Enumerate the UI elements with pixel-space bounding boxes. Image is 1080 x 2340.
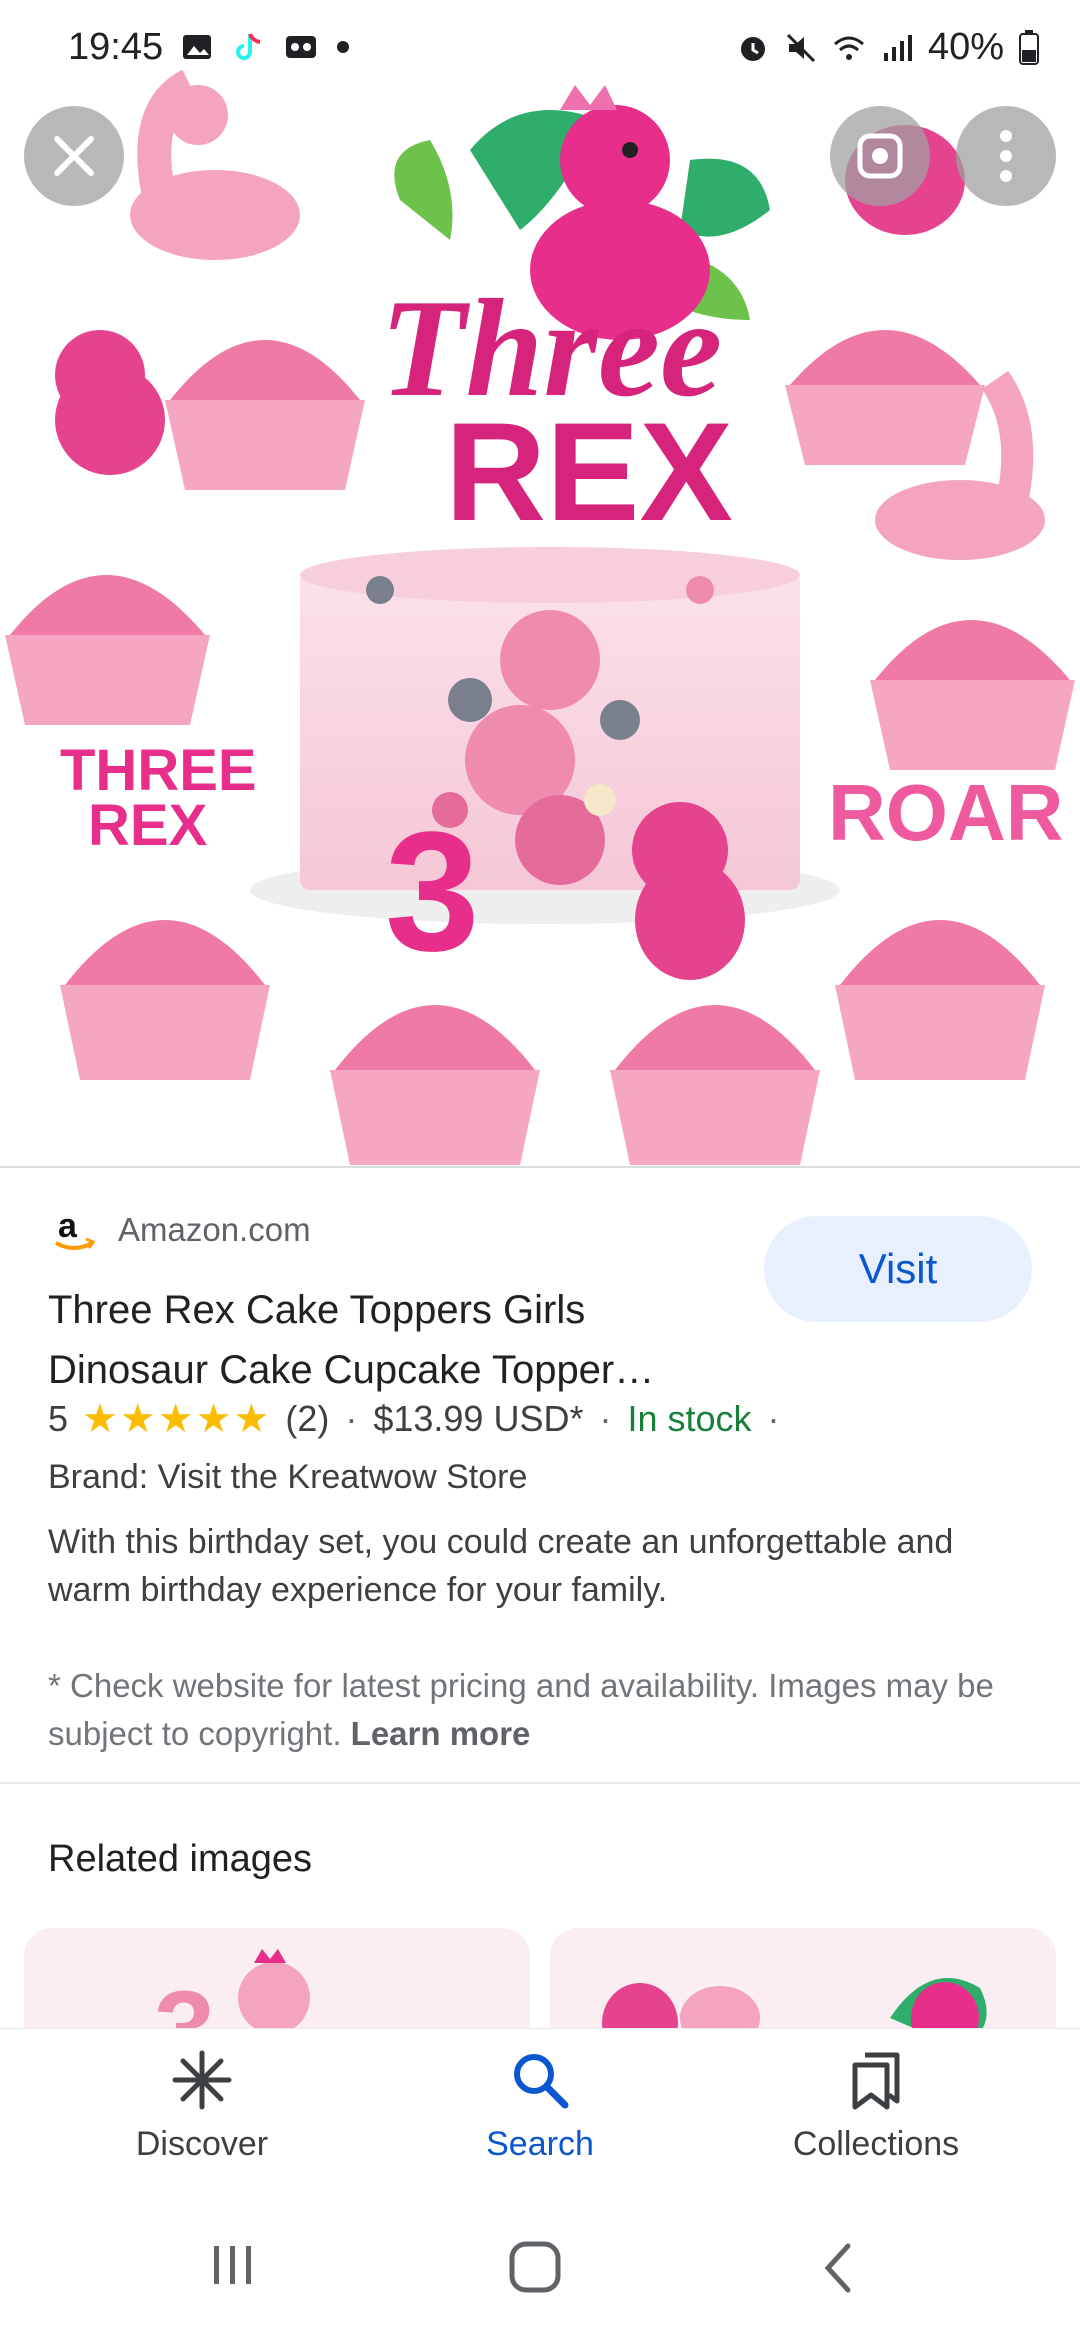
- nav-search-label: Search: [486, 2125, 594, 2163]
- cupcake: [165, 340, 365, 490]
- visit-button[interactable]: Visit: [764, 1216, 1032, 1322]
- rating-stars-icon: ★★★★★: [82, 1397, 272, 1441]
- amazon-logo-icon: a: [48, 1204, 100, 1256]
- close-button[interactable]: [24, 106, 124, 206]
- price: $13.99 USD*: [373, 1398, 584, 1439]
- result-meta-row: 5 ★★★★★ (2) · $13.99 USD* · In stock ·: [48, 1396, 796, 1442]
- brand-line: Brand: Visit the Kreatwow Store: [48, 1458, 528, 1496]
- separator-dot: ·: [767, 1398, 780, 1439]
- voicemail-icon: [286, 36, 316, 58]
- recent-apps-icon[interactable]: [208, 2240, 258, 2290]
- pricing-note: * Check website for latest pricing and a…: [48, 1662, 1038, 1758]
- section-divider: [0, 1782, 1080, 1784]
- result-description: With this birthday set, you could create…: [48, 1523, 954, 1609]
- battery-percent: 40%: [927, 26, 1004, 68]
- svg-text:a: a: [58, 1207, 78, 1245]
- bottom-navigation: Discover Search Collections: [0, 2028, 1080, 2199]
- rating-value: 5: [48, 1398, 69, 1439]
- source-row[interactable]: a Amazon.com: [48, 1204, 311, 1256]
- topper-title-line2: REX: [445, 393, 733, 550]
- more-options-button[interactable]: [956, 106, 1056, 206]
- nav-collections[interactable]: Collections: [726, 2049, 1026, 2164]
- nav-discover-label: Discover: [135, 2125, 269, 2163]
- status-time: 19:45: [68, 26, 164, 68]
- mute-icon: [786, 33, 815, 62]
- alarm-icon: [740, 36, 765, 61]
- tiktok-icon: [236, 33, 261, 60]
- bookmarks-icon: [852, 2052, 900, 2110]
- back-icon[interactable]: [818, 2240, 858, 2296]
- close-icon: [54, 136, 94, 176]
- source-name[interactable]: Amazon.com: [118, 1211, 311, 1249]
- lens-icon: [857, 133, 903, 179]
- small-topper-rex: REX: [88, 793, 208, 858]
- status-bar: 19:45 40%: [0, 0, 1080, 100]
- review-count: (2): [285, 1398, 330, 1439]
- lens-button[interactable]: [830, 106, 930, 206]
- availability: In stock: [627, 1398, 752, 1439]
- nav-search[interactable]: Search: [390, 2049, 690, 2164]
- separator-dot: ·: [599, 1398, 612, 1439]
- wifi-icon: [833, 36, 864, 60]
- signal-icon: [883, 34, 912, 61]
- battery-icon: [1019, 29, 1039, 65]
- more-vert-icon: [1000, 130, 1012, 182]
- dot-icon: [337, 41, 349, 53]
- image-divider: [0, 1166, 1080, 1168]
- separator-dot: ·: [345, 1398, 358, 1439]
- nav-collections-label: Collections: [792, 2125, 960, 2163]
- result-title[interactable]: Three Rex Cake Toppers Girls Dinosaur Ca…: [48, 1280, 738, 1400]
- related-images-title: Related images: [48, 1838, 313, 1880]
- system-navigation-bar: [0, 2198, 1080, 2340]
- search-icon: [514, 2054, 569, 2109]
- small-topper-roar: ROAR: [828, 768, 1064, 857]
- nav-discover[interactable]: Discover: [52, 2049, 352, 2164]
- home-icon[interactable]: [508, 2240, 564, 2296]
- learn-more-link[interactable]: Learn more: [351, 1715, 531, 1752]
- asterisk-icon: [172, 2050, 232, 2110]
- gallery-icon: [183, 35, 211, 59]
- number-topper: 3: [385, 797, 480, 987]
